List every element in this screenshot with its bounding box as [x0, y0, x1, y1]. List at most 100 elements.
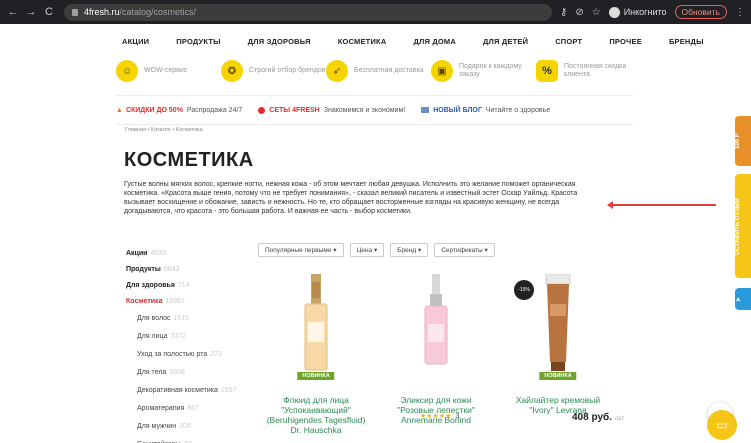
sidebar-item-count: 1657: [220, 387, 237, 394]
incognito-icon: [608, 6, 620, 18]
menu-icon[interactable]: ⋮: [735, 7, 745, 18]
service-text: Подарок к каждому заказу: [459, 63, 522, 78]
sidebar-item-label: Акции: [126, 250, 148, 257]
sidebar-item[interactable]: Для мужчин 206: [126, 418, 236, 436]
sidebar-item[interactable]: Уход за полостью рта 273: [126, 346, 236, 364]
sidebar-item-count: 714: [177, 282, 190, 289]
filter-dropdown[interactable]: Популярные первыми ▾: [258, 243, 344, 257]
service-text: Бесплатная доставка: [354, 67, 424, 74]
url-path: /catalog/cosmetics/: [119, 7, 197, 17]
new-badge: НОВИНКА: [539, 372, 577, 380]
sidebar-item-label: Для волос: [137, 315, 171, 322]
nav-item[interactable]: ДЛЯ ДЕТЕЙ: [483, 37, 528, 46]
promo-sale[interactable]: ▲ СКИДКИ ДО 50% Распродажа 24/7: [116, 107, 242, 114]
nav-item[interactable]: ДЛЯ ДОМА: [413, 37, 456, 46]
promo-sets-title: СЕТЫ 4FRESH: [269, 106, 320, 114]
product-image[interactable]: НОВИНКА: [526, 270, 590, 380]
price-unit: /шт: [614, 416, 625, 422]
promo-sale-title: СКИДКИ ДО 50%: [125, 106, 183, 114]
product-price: 408 руб./шт: [572, 412, 624, 423]
sidebar-item[interactable]: Для здоровья 714: [126, 278, 236, 294]
sidebar-item[interactable]: Косметика 10967: [126, 294, 236, 310]
nav-item[interactable]: АКЦИИ: [122, 37, 149, 46]
sidebar-item-count: 3372: [170, 333, 187, 340]
forward-icon[interactable]: →: [24, 6, 38, 18]
sidebar-item-label: Ароматерапия: [137, 405, 185, 412]
sidebar-item-count: 4633: [150, 250, 167, 257]
product-image[interactable]: НОВИНКА: [284, 270, 348, 380]
page-content: АКЦИИ ПРОДУКТЫ ДЛЯ ЗДОРОВЬЯ КОСМЕТИКА ДЛЯ ДО…: [0, 24, 751, 443]
service-text: WOW-сервис: [144, 67, 188, 74]
chat-button[interactable]: ▭: [707, 410, 737, 440]
lock-icon: [72, 8, 78, 16]
service-item[interactable]: ➶ Бесплатная доставка: [326, 57, 431, 85]
key-icon[interactable]: ⚷: [560, 7, 567, 18]
breadcrumb[interactable]: Главная • Каталог • Косметика: [125, 127, 203, 133]
sidebar-item-count: 10967: [165, 298, 185, 305]
nav-item[interactable]: СПОРТ: [555, 37, 582, 46]
sidebar-item-count: 1615: [173, 315, 190, 322]
sidebar-item[interactable]: Декоративная косметика 1657: [126, 382, 236, 400]
service-item[interactable]: ☺ WOW-сервис: [116, 57, 221, 85]
promo-sets-text: Знакомимся и экономим!: [323, 106, 406, 114]
price-value: 408 руб.: [572, 412, 612, 423]
product-card[interactable]: НОВИНКА Флюид для лица "Успокаивающий" (…: [256, 270, 376, 435]
sidebar-item[interactable]: Для тела 3358: [126, 364, 236, 382]
sidebar-item-label: Косметика: [126, 298, 163, 305]
back-icon[interactable]: ←: [6, 6, 20, 18]
nav-item[interactable]: КОСМЕТИКА: [338, 37, 387, 46]
category-description: Густые волны мягких волос, крепкие ногти…: [124, 181, 578, 215]
sidebar-item[interactable]: Акции 4633: [126, 246, 236, 262]
bottle-image: [304, 274, 328, 371]
reload-icon[interactable]: C: [42, 6, 56, 18]
filter-dropdown[interactable]: Цена ▾: [349, 243, 385, 257]
star-icon[interactable]: ☆: [592, 7, 601, 18]
sidebar-item-count: 273: [210, 351, 222, 358]
gift-icon: ▣: [431, 60, 453, 82]
page-title: КОСМЕТИКА: [124, 149, 254, 171]
promo-blog-text: Читайте о здоровье: [485, 106, 551, 114]
service-item[interactable]: ✪ Строгий отбор брендов: [221, 57, 326, 85]
nav-item[interactable]: ПРОДУКТЫ: [176, 37, 220, 46]
incognito-indicator[interactable]: Инкогнито: [608, 6, 667, 18]
service-item[interactable]: ▣ Подарок к каждому заказу: [431, 57, 536, 85]
sidebar-item[interactable]: Для лица 3372: [126, 328, 236, 346]
extension-icon[interactable]: ⊘: [575, 7, 583, 18]
service-item[interactable]: % Постоянная скидка клиента: [536, 57, 641, 85]
medal-icon: ✪: [221, 60, 243, 82]
sidebar-item-label: Для здоровья: [126, 282, 175, 289]
smile-icon: ☺: [116, 60, 138, 82]
product-name[interactable]: Эликсир для кожи "Розовые лепестки" Anne…: [381, 395, 491, 425]
telegram-icon: ➤: [736, 296, 742, 302]
sidebar-item[interactable]: Санитайзеры32: [126, 436, 236, 443]
product-image[interactable]: [404, 270, 468, 380]
filter-dropdown[interactable]: Сертификаты ▾: [434, 243, 495, 257]
update-button[interactable]: Обновить: [674, 5, 727, 19]
url-host: 4fresh.ru: [84, 7, 120, 17]
promo-blog[interactable]: НОВЫЙ БЛОГ Читайте о здоровье: [421, 107, 550, 114]
promo-bar: ▲ СКИДКИ ДО 50% Распродажа 24/7 СЕТЫ 4FRES…: [116, 95, 633, 125]
sidebar-item[interactable]: Для волос 1615: [126, 310, 236, 328]
sidebar-item-label: Продукты: [126, 266, 161, 273]
telegram-tab[interactable]: ➤: [735, 288, 751, 310]
feedback-tab[interactable]: ОСТАВИТЬ ОТЗЫВ: [735, 174, 751, 278]
sidebar-item-label: Декоративная косметика: [137, 387, 218, 394]
address-bar[interactable]: 4fresh.ru/catalog/cosmetics/: [64, 3, 553, 21]
bonus-tab[interactable]: 100 Р: [735, 116, 751, 166]
product-card[interactable]: -15% НОВИНКА Хайлайтер кремовый "Ivory" …: [498, 270, 618, 415]
product-card[interactable]: ★★★★★ 3 Эликсир для кожи "Розовые лепестк…: [376, 270, 496, 425]
nav-item[interactable]: ДЛЯ ЗДОРОВЬЯ: [248, 37, 311, 46]
rocket-icon: ➶: [326, 60, 348, 82]
new-badge: НОВИНКА: [297, 372, 335, 380]
sidebar-item[interactable]: Продукты 6043: [126, 262, 236, 278]
nav-item[interactable]: ПРОЧЕЕ: [609, 37, 642, 46]
nav-item[interactable]: БРЕНДЫ: [669, 37, 704, 46]
promo-sets[interactable]: СЕТЫ 4FRESH Знакомимся и экономим!: [258, 106, 406, 114]
product-name[interactable]: Флюид для лица "Успокаивающий" (Beruhige…: [261, 395, 371, 435]
sidebar-item[interactable]: Ароматерапия 867: [126, 400, 236, 418]
fire-icon: ▲: [116, 106, 123, 114]
filter-dropdown[interactable]: Бренд ▾: [390, 243, 429, 257]
book-icon: [421, 107, 430, 113]
feedback-tab-label: ОСТАВИТЬ ОТЗЫВ: [735, 197, 741, 255]
category-sidebar: Акции 4633 Продукты 6043 Для здоровья 714 Косм…: [126, 246, 236, 443]
